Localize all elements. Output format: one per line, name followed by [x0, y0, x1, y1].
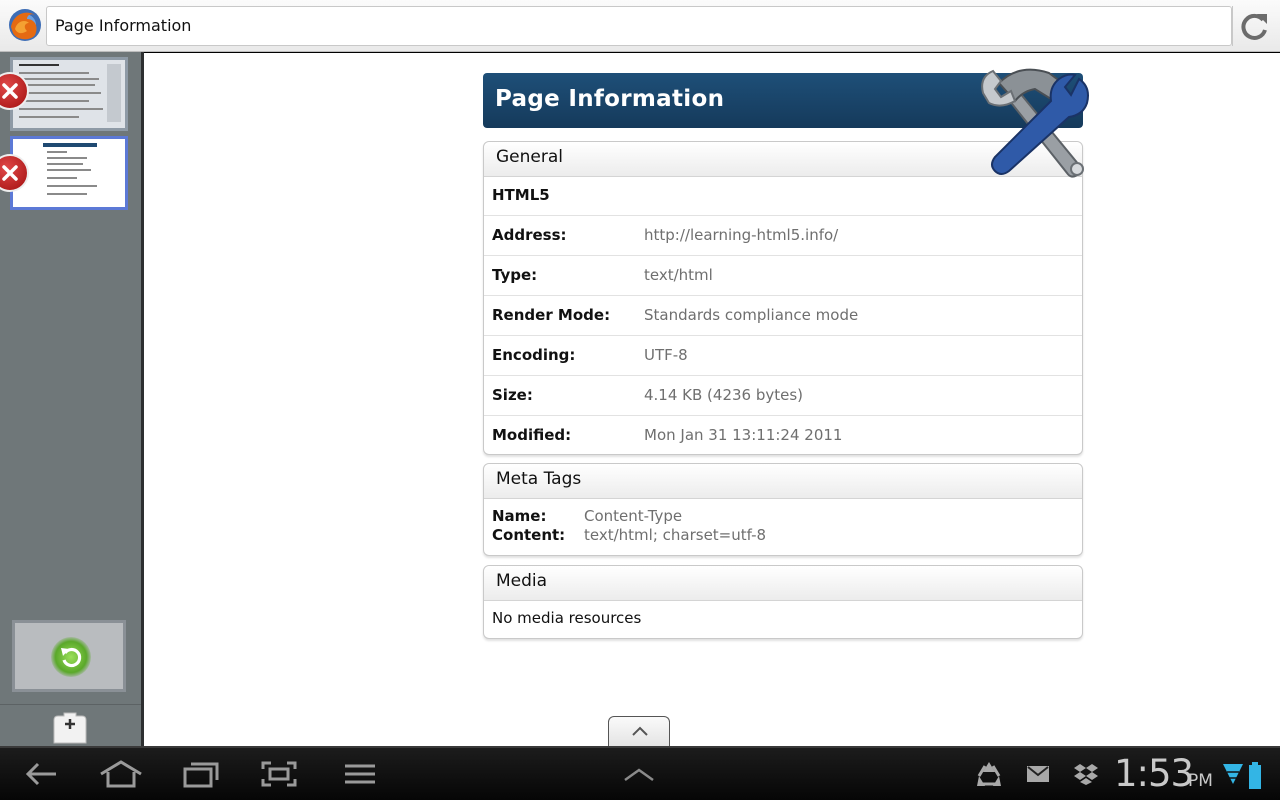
size-row: Size: 4.14 KB (4236 bytes): [484, 376, 1082, 416]
row-value: Mon Jan 31 13:11:24 2011: [644, 426, 843, 444]
row-value: text/html: [644, 266, 713, 284]
type-row: Type: text/html: [484, 256, 1082, 296]
row-value: UTF-8: [644, 346, 688, 364]
recycle-icon[interactable]: [975, 760, 1003, 788]
undo-icon: [51, 637, 91, 677]
clock-time[interactable]: 1:53: [1114, 752, 1194, 795]
address-row: Address: http://learning-html5.info/: [484, 216, 1082, 256]
firefox-logo-icon[interactable]: [7, 7, 43, 43]
meta-tags-section: Meta Tags Name: Content-Type Content: te…: [483, 463, 1083, 556]
show-toolbar-tab[interactable]: [608, 716, 670, 746]
meta-content-label: Content:: [492, 526, 566, 544]
row-value: Standards compliance mode: [644, 306, 859, 324]
general-section: General HTML5 Address: http://learning-h…: [483, 141, 1083, 455]
close-icon: [2, 83, 18, 99]
menu-icon[interactable]: [343, 760, 377, 788]
chevron-up-icon[interactable]: [622, 766, 656, 784]
undo-close-tab-button[interactable]: [12, 620, 126, 692]
new-tab-icon: [53, 712, 87, 744]
meta-name-value: Content-Type: [584, 507, 683, 525]
title-bar: Page Information: [0, 0, 1280, 52]
meta-tags-heading: Meta Tags: [484, 464, 1082, 499]
row-key: Encoding:: [492, 346, 576, 364]
reload-button[interactable]: [1232, 6, 1276, 46]
gmail-icon[interactable]: [1026, 764, 1050, 784]
row-key: Modified:: [492, 426, 572, 444]
screenshot-icon[interactable]: [260, 760, 298, 788]
encoding-row: Encoding: UTF-8: [484, 336, 1082, 376]
tools-icon: [981, 68, 1089, 178]
row-key: Render Mode:: [492, 306, 611, 324]
home-icon[interactable]: [98, 760, 144, 788]
reload-icon: [1241, 13, 1267, 40]
url-text: Page Information: [55, 16, 192, 35]
media-empty-text: No media resources: [492, 609, 642, 627]
doc-title: HTML5: [492, 186, 550, 204]
meta-content-value: text/html; charset=utf-8: [584, 526, 767, 544]
row-key: Type:: [492, 266, 538, 284]
clock-ampm: PM: [1188, 771, 1213, 791]
page-content: Page Information General HTML5 Address: …: [144, 53, 1280, 746]
dropbox-icon[interactable]: [1073, 762, 1099, 786]
close-icon: [2, 165, 18, 181]
page-title: Page Information: [495, 86, 725, 112]
url-field[interactable]: Page Information: [46, 6, 1232, 46]
back-icon[interactable]: [24, 760, 58, 788]
meta-name-label: Name:: [492, 507, 547, 525]
new-tab-button[interactable]: [52, 712, 88, 744]
recent-apps-icon[interactable]: [182, 760, 220, 788]
row-key: Size:: [492, 386, 533, 404]
row-value: http://learning-html5.info/: [644, 226, 839, 244]
modified-row: Modified: Mon Jan 31 13:11:24 2011: [484, 416, 1082, 456]
meta-name-line: Name: Content-Type: [492, 507, 682, 525]
render-mode-row: Render Mode: Standards compliance mode: [484, 296, 1082, 336]
battery-icon[interactable]: [1248, 762, 1262, 790]
media-heading: Media: [484, 566, 1082, 601]
tab-strip: [0, 52, 144, 746]
system-bar: 1:53 PM: [0, 746, 1280, 800]
sidebar-divider: [0, 704, 141, 705]
chevron-up-icon: [632, 726, 648, 736]
row-key: Address:: [492, 226, 567, 244]
media-section: Media No media resources: [483, 565, 1083, 639]
meta-content-line: Content: text/html; charset=utf-8: [492, 526, 766, 544]
wifi-icon[interactable]: [1222, 762, 1244, 788]
row-value: 4.14 KB (4236 bytes): [644, 386, 804, 404]
